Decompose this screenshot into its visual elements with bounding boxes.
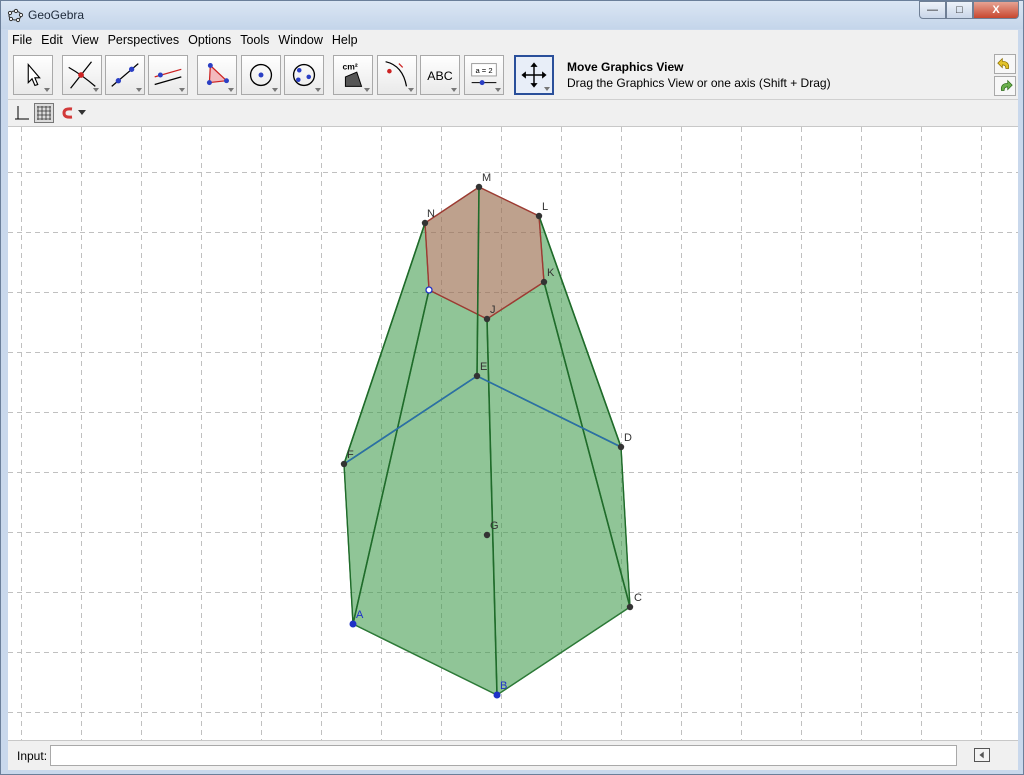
circle-tool-button[interactable] bbox=[241, 55, 281, 95]
label-j: J bbox=[490, 304, 496, 316]
point-d[interactable] bbox=[617, 443, 625, 451]
text-tool-button[interactable]: ABC bbox=[420, 55, 460, 95]
window-title: GeoGebra bbox=[28, 8, 85, 22]
label-e: E bbox=[480, 361, 487, 373]
label-b: B bbox=[500, 680, 507, 692]
transform-tool-button[interactable] bbox=[377, 55, 417, 95]
input-help-icon bbox=[979, 751, 984, 759]
frustum-faces bbox=[342, 185, 631, 697]
label-f: F bbox=[347, 449, 354, 461]
snap-dropdown-icon[interactable] bbox=[78, 110, 86, 116]
label-m: M bbox=[482, 172, 491, 184]
label-n: N bbox=[427, 208, 435, 220]
polygon-tool-button[interactable] bbox=[197, 55, 237, 95]
tool-help-panel: Move Graphics View Drag the Graphics Vie… bbox=[567, 60, 831, 90]
point-k[interactable] bbox=[540, 278, 548, 286]
label-l: L bbox=[542, 201, 548, 213]
parallel-tool-button[interactable] bbox=[148, 55, 188, 95]
axes-toggle-icon[interactable] bbox=[14, 105, 30, 121]
move-graphics-tool-button[interactable] bbox=[514, 55, 554, 95]
point-f[interactable] bbox=[340, 460, 348, 468]
point-n[interactable] bbox=[421, 219, 429, 227]
toolbar: cm² ABC a = 2 Move Graphics View Drag th… bbox=[8, 50, 1018, 100]
graphics-canvas[interactable]: A B C D E F G J K L M N bbox=[8, 127, 1018, 740]
grid-toggle-icon[interactable] bbox=[34, 103, 54, 123]
slider-tool-button[interactable]: a = 2 bbox=[464, 55, 504, 95]
title-bar[interactable]: GeoGebra — □ X bbox=[1, 1, 1023, 29]
window-controls: — □ X bbox=[919, 1, 1019, 19]
menu-window[interactable]: Window bbox=[274, 33, 327, 47]
line-tool-button[interactable] bbox=[105, 55, 145, 95]
close-button[interactable]: X bbox=[973, 1, 1019, 19]
conic-tool-button[interactable] bbox=[284, 55, 324, 95]
redo-button[interactable] bbox=[994, 76, 1016, 96]
point-j[interactable] bbox=[483, 315, 491, 323]
menu-tools[interactable]: Tools bbox=[236, 33, 274, 47]
label-k: K bbox=[547, 267, 555, 279]
label-c: C bbox=[634, 592, 642, 604]
point-a[interactable] bbox=[349, 620, 357, 628]
point-m[interactable] bbox=[475, 183, 483, 191]
magnet-snap-icon[interactable] bbox=[61, 106, 75, 120]
measure-tool-button[interactable]: cm² bbox=[333, 55, 373, 95]
point-c[interactable] bbox=[626, 603, 634, 611]
point-l[interactable] bbox=[535, 212, 543, 220]
input-field[interactable] bbox=[50, 745, 957, 766]
geogebra-window: GeoGebra — □ X File Edit View Perspectiv… bbox=[0, 0, 1024, 775]
graphics-view[interactable]: A B C D E F G J K L M N bbox=[8, 127, 1018, 740]
graphics-style-bar bbox=[8, 100, 1018, 127]
menu-file[interactable]: File bbox=[8, 33, 37, 47]
point-tool-button[interactable] bbox=[62, 55, 102, 95]
geogebra-logo-icon bbox=[7, 8, 23, 23]
menu-edit[interactable]: Edit bbox=[37, 33, 68, 47]
label-g: G bbox=[490, 520, 499, 532]
minimize-button[interactable]: — bbox=[919, 1, 946, 19]
menu-view[interactable]: View bbox=[68, 33, 104, 47]
move-tool-button[interactable] bbox=[13, 55, 53, 95]
input-help-button[interactable] bbox=[974, 748, 990, 762]
input-bar: Input: bbox=[8, 740, 1018, 770]
menu-bar: File Edit View Perspectives Options Tool… bbox=[8, 30, 1018, 50]
label-d: D bbox=[624, 432, 632, 444]
active-tool-description: Drag the Graphics View or one axis (Shif… bbox=[567, 76, 831, 90]
maximize-button[interactable]: □ bbox=[946, 1, 973, 19]
menu-perspectives[interactable]: Perspectives bbox=[104, 33, 185, 47]
point-g[interactable] bbox=[483, 531, 491, 539]
point-b[interactable] bbox=[493, 691, 501, 699]
menu-options[interactable]: Options bbox=[184, 33, 236, 47]
menu-help[interactable]: Help bbox=[328, 33, 363, 47]
slider-tool-label: a = 2 bbox=[475, 66, 492, 75]
undo-icon bbox=[997, 57, 1010, 69]
text-tool-label: ABC bbox=[427, 69, 452, 83]
point-e[interactable] bbox=[473, 372, 481, 380]
measure-label: cm² bbox=[343, 61, 358, 71]
point-i[interactable] bbox=[425, 286, 433, 294]
undo-button[interactable] bbox=[994, 54, 1016, 74]
label-a: A bbox=[356, 609, 364, 621]
active-tool-name: Move Graphics View bbox=[567, 60, 684, 74]
redo-icon bbox=[1000, 79, 1013, 91]
input-label: Input: bbox=[17, 749, 48, 763]
